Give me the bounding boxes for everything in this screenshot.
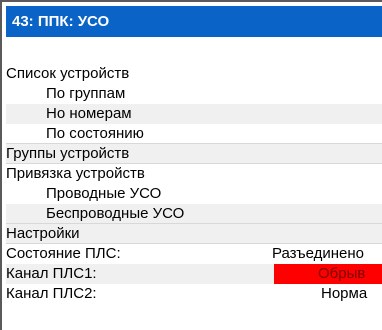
uso-window: 43: ППК: УСО Список устройств По группам… <box>0 0 382 330</box>
pls2-channel-row: Канал ПЛС2: Норма <box>6 284 382 304</box>
pls1-channel-label: Канал ПЛС1: <box>6 265 97 282</box>
menu-wireless-uso[interactable]: Беспроводные УСО <box>6 204 382 224</box>
pls-state-value: Разъединено <box>272 245 364 262</box>
menu-wired-uso[interactable]: Проводные УСО <box>6 184 382 204</box>
menu-by-state[interactable]: По состоянию <box>6 124 382 144</box>
window-title: 43: ППК: УСО <box>6 6 382 37</box>
pls-state-row: Состояние ПЛС: Разъединено <box>6 244 382 264</box>
menu-by-numbers-label: Но номерам <box>46 105 132 122</box>
menu-wireless-uso-label: Беспроводные УСО <box>46 205 185 222</box>
pls2-channel-status: Норма <box>321 285 368 302</box>
pls1-channel-status: Обрыв <box>274 264 382 284</box>
menu-device-list-label: Список устройств <box>6 65 130 82</box>
pls1-channel-row: Канал ПЛС1: Обрыв <box>6 264 382 284</box>
menu-by-state-label: По состоянию <box>46 125 144 142</box>
menu-settings-label: Настройки <box>6 225 80 242</box>
menu-device-binding-label: Привязка устройств <box>6 165 145 182</box>
pls-state-label: Состояние ПЛС: <box>6 245 121 262</box>
menu-device-binding[interactable]: Привязка устройств <box>6 164 382 184</box>
menu-device-groups[interactable]: Группы устройств <box>6 144 382 164</box>
menu-by-numbers[interactable]: Но номерам <box>6 104 382 124</box>
menu-settings[interactable]: Настройки <box>6 224 382 244</box>
menu-by-groups-label: По группам <box>46 85 126 102</box>
pls2-channel-label: Канал ПЛС2: <box>6 285 97 302</box>
menu-wired-uso-label: Проводные УСО <box>46 185 162 202</box>
uso-menu: Список устройств По группам Но номерам П… <box>6 64 382 304</box>
menu-device-list[interactable]: Список устройств <box>6 64 382 84</box>
menu-by-groups[interactable]: По группам <box>6 84 382 104</box>
menu-device-groups-label: Группы устройств <box>6 145 130 162</box>
